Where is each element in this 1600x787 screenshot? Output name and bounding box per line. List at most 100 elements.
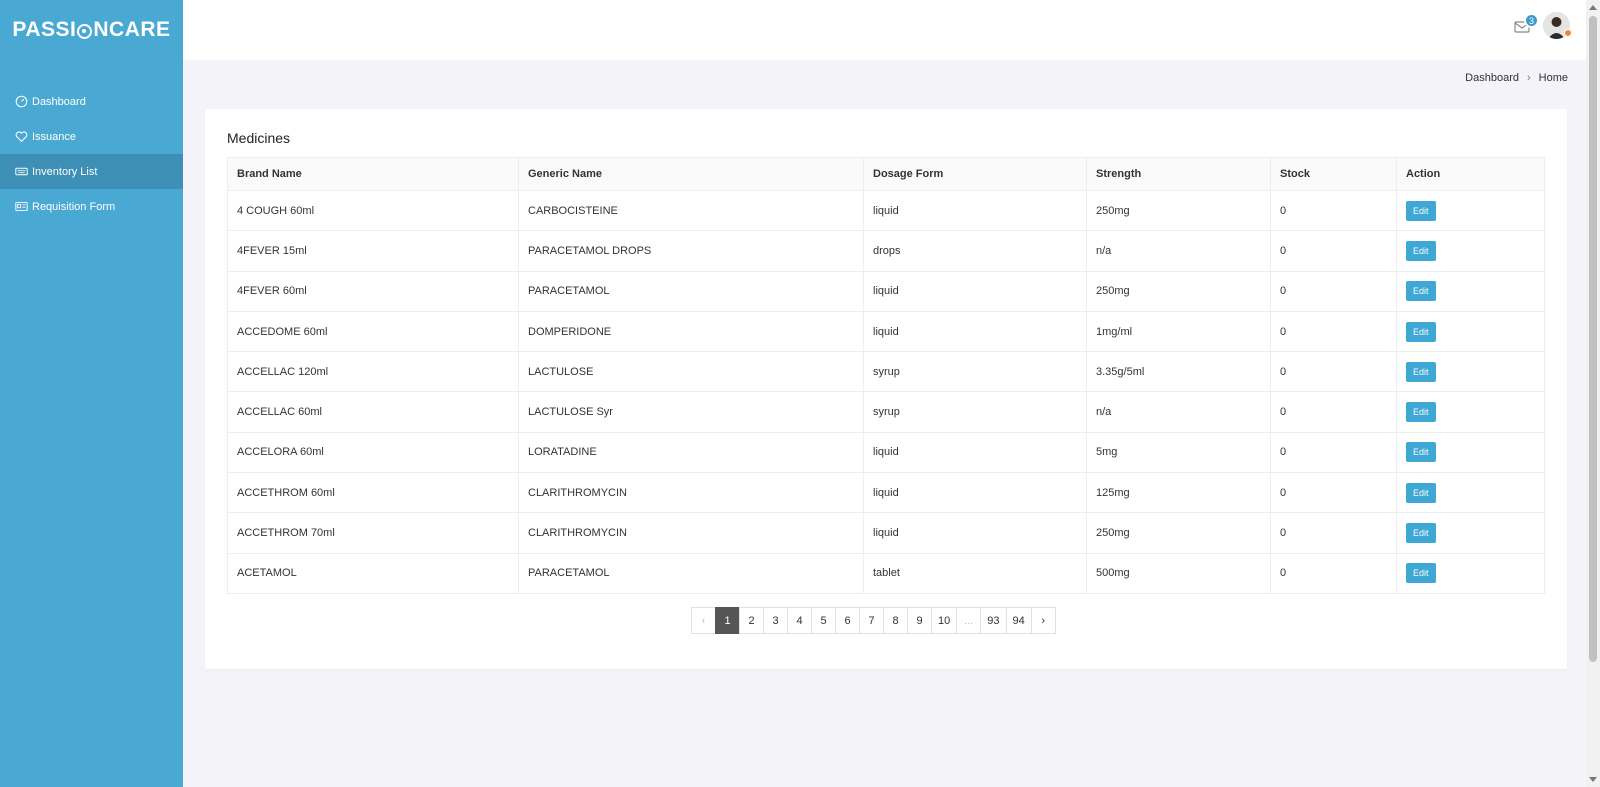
pagination-page[interactable]: 9 (907, 607, 932, 634)
column-header: Action (1396, 157, 1545, 191)
table-row: ACCETHROM 70ml CLARITHROMYCIN liquid 250mg 0… (227, 512, 1545, 554)
table-cell: 4 COUGH 60ml (227, 189, 519, 232)
edit-button[interactable]: Edit (1406, 361, 1436, 382)
medicines-table: Brand Name Generic Name Dosage Form Stre… (227, 157, 1545, 594)
action-cell: Edit (1396, 472, 1545, 514)
pagination-prev-button[interactable]: ‹ (691, 607, 716, 634)
pagination: ‹ 1 2 3 4 5 6 7 8 9 10... 93 94 › (691, 607, 1056, 634)
pagination-page[interactable]: 1 (715, 607, 740, 634)
sidebar: PASSI NCARE Dashboard Issuance Inventory … (0, 0, 183, 787)
pagination-page[interactable]: 8 (883, 607, 908, 634)
pagination-page[interactable]: 6 (835, 607, 860, 634)
edit-button[interactable]: Edit (1406, 402, 1436, 423)
table-cell: DOMPERIDONE (518, 310, 864, 353)
sidebar-item-dashboard[interactable]: Dashboard (0, 84, 183, 119)
table-cell: 0 (1270, 189, 1397, 232)
table-cell: liquid (863, 189, 1087, 232)
table-cell: ACCELLAC 60ml (227, 391, 519, 433)
scroll-thumb[interactable] (1589, 16, 1597, 662)
table-cell: 0 (1270, 391, 1397, 433)
action-cell: Edit (1396, 512, 1545, 554)
breadcrumb-dashboard[interactable]: Dashboard (1465, 72, 1519, 84)
edit-button[interactable]: Edit (1406, 482, 1436, 503)
sidebar-nav: Dashboard Issuance Inventory List Requis… (0, 84, 183, 224)
column-header: Stock (1270, 157, 1397, 191)
scrollbar[interactable] (1586, 0, 1600, 787)
edit-button[interactable]: Edit (1406, 321, 1436, 342)
table-cell: 125mg (1086, 472, 1271, 514)
topbar: 3 (183, 0, 1586, 60)
sidebar-item-label: Dashboard (32, 95, 86, 108)
sidebar-item-requisition-form[interactable]: Requisition Form (0, 189, 183, 224)
action-cell: Edit (1396, 270, 1545, 312)
scroll-up-arrow-icon[interactable] (1589, 5, 1597, 10)
table-row: ACCELLAC 120ml LACTULOSE syrup 3.35g/5ml 0 Ed… (227, 351, 1545, 393)
pagination-page[interactable]: 10 (931, 607, 958, 634)
brand-logo[interactable]: PASSI NCARE (0, 0, 183, 60)
table-cell: 250mg (1086, 512, 1271, 554)
breadcrumb-home: Home (1538, 72, 1568, 84)
table-cell: syrup (863, 391, 1087, 433)
pagination-page[interactable]: 94 (1005, 607, 1032, 634)
table-cell: liquid (863, 431, 1087, 474)
edit-button[interactable]: Edit (1406, 523, 1436, 544)
table-cell: n/a (1086, 391, 1271, 433)
form-icon (15, 200, 28, 213)
column-header: Strength (1086, 157, 1271, 191)
table-cell: 5mg (1086, 431, 1271, 474)
action-cell: Edit (1396, 230, 1545, 272)
table-cell: LACTULOSE (518, 351, 864, 393)
keyboard-icon (15, 165, 28, 178)
pagination-ellipsis: ... (956, 607, 982, 634)
pagination-next-button[interactable]: › (1030, 607, 1056, 634)
action-cell: Edit (1396, 391, 1545, 433)
edit-button[interactable]: Edit (1406, 240, 1436, 261)
table-cell: PARACETAMOL (518, 270, 864, 312)
table-cell: LACTULOSE Syr (518, 391, 864, 433)
table-cell: ACCEDOME 60ml (227, 310, 519, 353)
table-cell: drops (863, 230, 1087, 272)
table-row: ACCETHROM 60ml CLARITHROMYCIN liquid 125mg 0… (227, 472, 1545, 514)
table-cell: 4FEVER 15ml (227, 230, 519, 272)
breadcrumb: Dashboard › Home (1465, 72, 1568, 84)
action-cell: Edit (1396, 310, 1545, 353)
edit-button[interactable]: Edit (1406, 200, 1436, 221)
pagination-page[interactable]: 4 (787, 607, 812, 634)
pagination-page[interactable]: 7 (859, 607, 884, 634)
sidebar-item-issuance[interactable]: Issuance (0, 119, 183, 154)
sidebar-item-inventory-list[interactable]: Inventory List (0, 154, 183, 189)
table-cell: tablet (863, 552, 1087, 594)
column-header: Dosage Form (863, 157, 1087, 191)
table-cell: 0 (1270, 512, 1397, 554)
table-cell: 250mg (1086, 189, 1271, 232)
table-cell: ACCELLAC 120ml (227, 351, 519, 393)
table-cell: 1mg/ml (1086, 310, 1271, 353)
edit-button[interactable]: Edit (1406, 563, 1436, 584)
brand-text-left: PASSI (12, 18, 77, 41)
table-cell: 500mg (1086, 552, 1271, 594)
sidebar-item-label: Issuance (32, 130, 77, 143)
table-row: 4FEVER 15ml PARACETAMOL DROPS drops n/a 0 Edi… (227, 230, 1545, 272)
column-header: Brand Name (227, 157, 519, 191)
action-cell: Edit (1396, 351, 1545, 393)
pagination-page[interactable]: 5 (811, 607, 836, 634)
table-cell: CLARITHROMYCIN (518, 472, 864, 514)
action-cell: Edit (1396, 552, 1545, 594)
table-cell: liquid (863, 270, 1087, 312)
pagination-page[interactable]: 3 (763, 607, 788, 634)
edit-button[interactable]: Edit (1406, 281, 1436, 302)
table-cell: CARBOCISTEINE (518, 189, 864, 232)
table-row: 4 COUGH 60ml CARBOCISTEINE liquid 250mg 0 Edi… (227, 189, 1545, 232)
sidebar-item-label: Inventory List (32, 165, 98, 178)
pagination-page[interactable]: 2 (739, 607, 764, 634)
action-cell: Edit (1396, 189, 1545, 232)
speedometer-icon (15, 95, 28, 108)
table-cell: PARACETAMOL DROPS (518, 230, 864, 272)
table-row: 4FEVER 60ml PARACETAMOL liquid 250mg 0 Edit (227, 270, 1545, 312)
pagination-page[interactable]: 93 (980, 607, 1007, 634)
action-cell: Edit (1396, 431, 1545, 474)
heart-icon (15, 130, 28, 143)
edit-button[interactable]: Edit (1406, 442, 1436, 463)
table-cell: 0 (1270, 552, 1397, 594)
scroll-down-arrow-icon[interactable] (1589, 777, 1597, 782)
